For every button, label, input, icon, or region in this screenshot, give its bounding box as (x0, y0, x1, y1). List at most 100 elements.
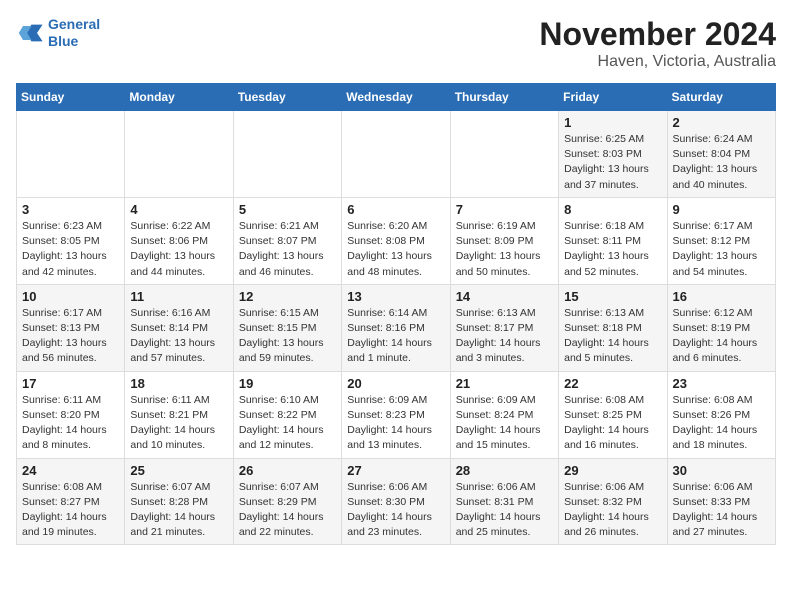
day-cell-15: 15 Sunrise: 6:13 AM Sunset: 8:18 PM Dayli… (559, 284, 667, 371)
day-number: 26 (239, 463, 336, 478)
day-info: Sunrise: 6:14 AM Sunset: 8:16 PM Dayligh… (347, 306, 444, 367)
day-info: Sunrise: 6:09 AM Sunset: 8:23 PM Dayligh… (347, 393, 444, 454)
day-info: Sunrise: 6:06 AM Sunset: 8:31 PM Dayligh… (456, 480, 553, 541)
week-row-3: 17 Sunrise: 6:11 AM Sunset: 8:20 PM Dayli… (17, 371, 776, 458)
empty-cell (233, 111, 341, 198)
day-number: 21 (456, 376, 553, 391)
day-number: 15 (564, 289, 661, 304)
day-number: 12 (239, 289, 336, 304)
header-day-saturday: Saturday (667, 84, 775, 111)
day-info: Sunrise: 6:08 AM Sunset: 8:25 PM Dayligh… (564, 393, 661, 454)
day-cell-29: 29Sunrise: 6:06 AM Sunset: 8:32 PM Dayli… (559, 458, 667, 545)
day-cell-7: 7 Sunrise: 6:19 AM Sunset: 8:09 PM Daylig… (450, 197, 558, 284)
day-info: Sunrise: 6:22 AM Sunset: 8:06 PM Dayligh… (130, 219, 227, 280)
day-cell-16: 16 Sunrise: 6:12 AM Sunset: 8:19 PM Dayli… (667, 284, 775, 371)
day-cell-2: 2Sunrise: 6:24 AM Sunset: 8:04 PM Daylig… (667, 111, 775, 198)
day-cell-1: 1 Sunrise: 6:25 AM Sunset: 8:03 PM Daylig… (559, 111, 667, 198)
day-info: Sunrise: 6:08 AM Sunset: 8:26 PM Dayligh… (673, 393, 770, 454)
day-info: Sunrise: 6:11 AM Sunset: 8:20 PM Dayligh… (22, 393, 119, 454)
week-row-0: 1 Sunrise: 6:25 AM Sunset: 8:03 PM Daylig… (17, 111, 776, 198)
day-cell-28: 28 Sunrise: 6:06 AM Sunset: 8:31 PM Dayli… (450, 458, 558, 545)
day-info: Sunrise: 6:25 AM Sunset: 8:03 PM Dayligh… (564, 132, 661, 193)
header-day-wednesday: Wednesday (342, 84, 450, 111)
empty-cell (17, 111, 125, 198)
day-number: 17 (22, 376, 119, 391)
day-info: Sunrise: 6:07 AM Sunset: 8:29 PM Dayligh… (239, 480, 336, 541)
logo-text: General Blue (48, 16, 100, 50)
day-cell-14: 14 Sunrise: 6:13 AM Sunset: 8:17 PM Dayli… (450, 284, 558, 371)
day-info: Sunrise: 6:16 AM Sunset: 8:14 PM Dayligh… (130, 306, 227, 367)
day-number: 3 (22, 202, 119, 217)
week-row-1: 3 Sunrise: 6:23 AM Sunset: 8:05 PM Daylig… (17, 197, 776, 284)
day-cell-8: 8Sunrise: 6:18 AM Sunset: 8:11 PM Daylig… (559, 197, 667, 284)
day-info: Sunrise: 6:20 AM Sunset: 8:08 PM Dayligh… (347, 219, 444, 280)
day-cell-17: 17 Sunrise: 6:11 AM Sunset: 8:20 PM Dayli… (17, 371, 125, 458)
day-number: 22 (564, 376, 661, 391)
day-number: 11 (130, 289, 227, 304)
calendar-body: 1 Sunrise: 6:25 AM Sunset: 8:03 PM Daylig… (17, 111, 776, 545)
day-number: 20 (347, 376, 444, 391)
week-row-2: 10Sunrise: 6:17 AM Sunset: 8:13 PM Dayli… (17, 284, 776, 371)
day-number: 29 (564, 463, 661, 478)
title-block: November 2024 Haven, Victoria, Australia (539, 16, 776, 71)
day-cell-18: 18Sunrise: 6:11 AM Sunset: 8:21 PM Dayli… (125, 371, 233, 458)
day-number: 13 (347, 289, 444, 304)
day-info: Sunrise: 6:23 AM Sunset: 8:05 PM Dayligh… (22, 219, 119, 280)
day-cell-4: 4 Sunrise: 6:22 AM Sunset: 8:06 PM Daylig… (125, 197, 233, 284)
logo: General Blue (16, 16, 100, 50)
day-info: Sunrise: 6:19 AM Sunset: 8:09 PM Dayligh… (456, 219, 553, 280)
day-number: 25 (130, 463, 227, 478)
header-row: SundayMondayTuesdayWednesdayThursdayFrid… (17, 84, 776, 111)
day-cell-12: 12Sunrise: 6:15 AM Sunset: 8:15 PM Dayli… (233, 284, 341, 371)
day-number: 28 (456, 463, 553, 478)
day-number: 18 (130, 376, 227, 391)
day-number: 27 (347, 463, 444, 478)
day-info: Sunrise: 6:12 AM Sunset: 8:19 PM Dayligh… (673, 306, 770, 367)
header-day-monday: Monday (125, 84, 233, 111)
day-number: 2 (673, 115, 770, 130)
header-day-friday: Friday (559, 84, 667, 111)
day-cell-21: 21 Sunrise: 6:09 AM Sunset: 8:24 PM Dayli… (450, 371, 558, 458)
day-number: 19 (239, 376, 336, 391)
day-info: Sunrise: 6:07 AM Sunset: 8:28 PM Dayligh… (130, 480, 227, 541)
day-cell-25: 25 Sunrise: 6:07 AM Sunset: 8:28 PM Dayli… (125, 458, 233, 545)
header-day-sunday: Sunday (17, 84, 125, 111)
empty-cell (125, 111, 233, 198)
day-number: 8 (564, 202, 661, 217)
day-cell-3: 3 Sunrise: 6:23 AM Sunset: 8:05 PM Daylig… (17, 197, 125, 284)
day-number: 30 (673, 463, 770, 478)
header-day-tuesday: Tuesday (233, 84, 341, 111)
day-info: Sunrise: 6:09 AM Sunset: 8:24 PM Dayligh… (456, 393, 553, 454)
day-cell-19: 19 Sunrise: 6:10 AM Sunset: 8:22 PM Dayli… (233, 371, 341, 458)
day-number: 9 (673, 202, 770, 217)
day-cell-27: 27 Sunrise: 6:06 AM Sunset: 8:30 PM Dayli… (342, 458, 450, 545)
day-cell-24: 24Sunrise: 6:08 AM Sunset: 8:27 PM Dayli… (17, 458, 125, 545)
header-day-thursday: Thursday (450, 84, 558, 111)
month-title: November 2024 (539, 16, 776, 53)
logo-line1: General (48, 16, 100, 32)
day-info: Sunrise: 6:06 AM Sunset: 8:33 PM Dayligh… (673, 480, 770, 541)
day-number: 1 (564, 115, 661, 130)
day-cell-9: 9 Sunrise: 6:17 AM Sunset: 8:12 PM Daylig… (667, 197, 775, 284)
day-info: Sunrise: 6:13 AM Sunset: 8:18 PM Dayligh… (564, 306, 661, 367)
day-number: 7 (456, 202, 553, 217)
day-number: 14 (456, 289, 553, 304)
day-number: 10 (22, 289, 119, 304)
day-cell-6: 6 Sunrise: 6:20 AM Sunset: 8:08 PM Daylig… (342, 197, 450, 284)
logo-line2: Blue (48, 33, 78, 49)
day-number: 4 (130, 202, 227, 217)
day-number: 16 (673, 289, 770, 304)
day-info: Sunrise: 6:08 AM Sunset: 8:27 PM Dayligh… (22, 480, 119, 541)
day-info: Sunrise: 6:10 AM Sunset: 8:22 PM Dayligh… (239, 393, 336, 454)
day-cell-13: 13 Sunrise: 6:14 AM Sunset: 8:16 PM Dayli… (342, 284, 450, 371)
day-cell-11: 11 Sunrise: 6:16 AM Sunset: 8:14 PM Dayli… (125, 284, 233, 371)
day-number: 6 (347, 202, 444, 217)
day-cell-22: 22 Sunrise: 6:08 AM Sunset: 8:25 PM Dayli… (559, 371, 667, 458)
day-info: Sunrise: 6:13 AM Sunset: 8:17 PM Dayligh… (456, 306, 553, 367)
day-info: Sunrise: 6:17 AM Sunset: 8:12 PM Dayligh… (673, 219, 770, 280)
location: Haven, Victoria, Australia (539, 53, 776, 71)
day-cell-20: 20 Sunrise: 6:09 AM Sunset: 8:23 PM Dayli… (342, 371, 450, 458)
day-info: Sunrise: 6:06 AM Sunset: 8:30 PM Dayligh… (347, 480, 444, 541)
day-cell-5: 5Sunrise: 6:21 AM Sunset: 8:07 PM Daylig… (233, 197, 341, 284)
day-info: Sunrise: 6:21 AM Sunset: 8:07 PM Dayligh… (239, 219, 336, 280)
